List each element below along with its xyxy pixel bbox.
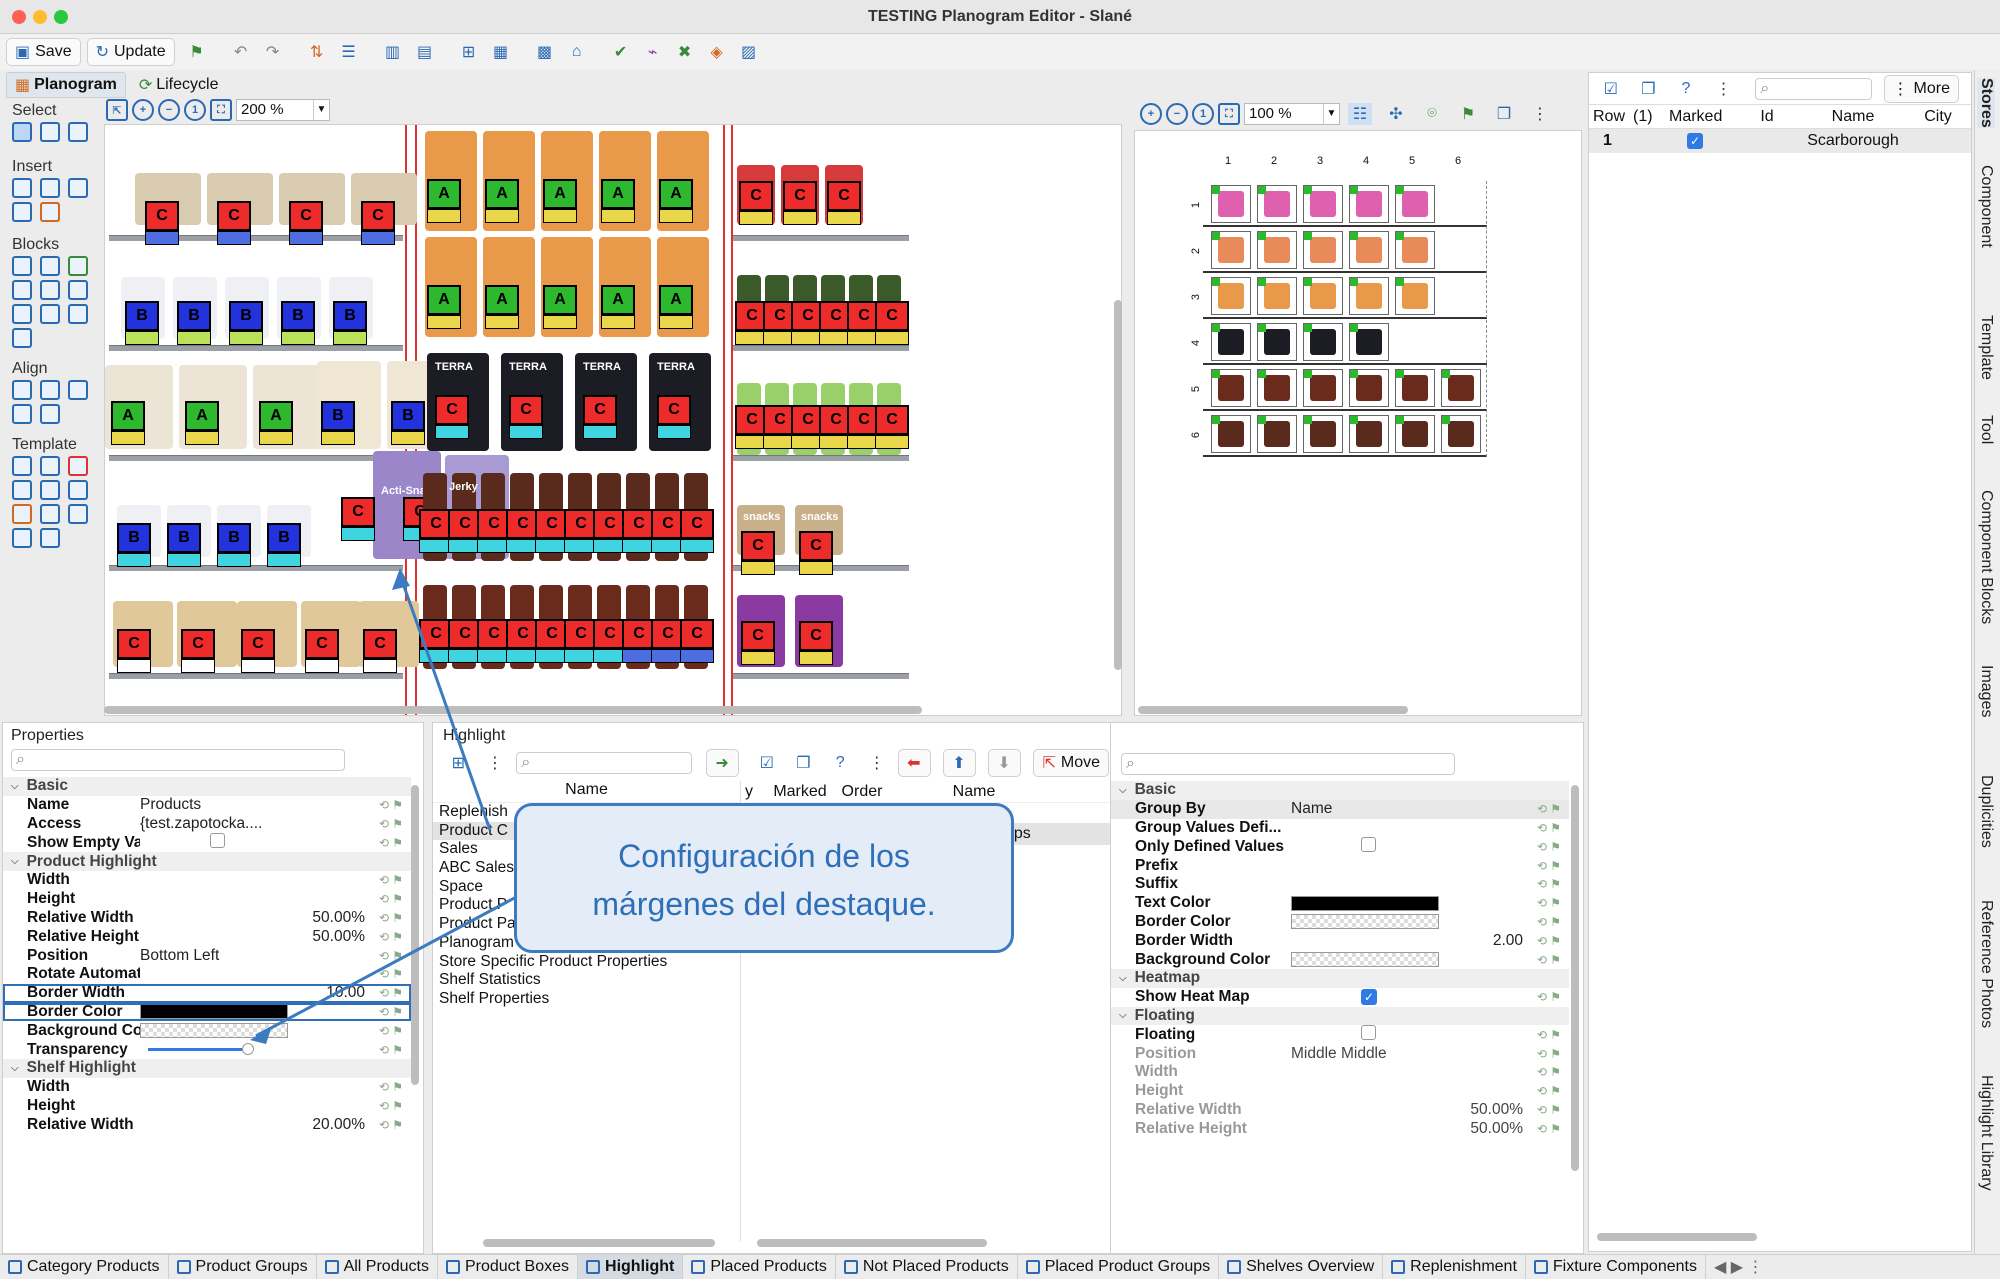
bottom-tab[interactable]: Category Products (0, 1254, 169, 1279)
bottom-tab[interactable]: Product Groups (169, 1254, 317, 1279)
tab-icon (1227, 1259, 1242, 1274)
bottom-tab[interactable]: Fixture Components (1526, 1254, 1706, 1279)
bottom-tab-label: Not Placed Products (862, 1257, 1009, 1275)
bottom-tab-label: Product Boxes (464, 1257, 570, 1275)
bottom-tabs: Category Products Product Groups All Produ… (0, 1254, 2000, 1279)
callout-arrows (250, 568, 521, 1044)
tab-icon (8, 1259, 22, 1274)
arrow-head-icon (250, 1026, 272, 1044)
callout-line-1: Configuración de los (618, 838, 910, 874)
tab-icon (843, 1259, 858, 1274)
bottom-tab[interactable]: Not Placed Products (836, 1254, 1018, 1279)
bottom-tab-label: Shelves Overview (1246, 1257, 1375, 1275)
bottom-tab[interactable]: Highlight (578, 1254, 684, 1279)
tab-icon (586, 1259, 601, 1274)
bottom-tab[interactable]: Replenishment (1383, 1254, 1526, 1279)
bottom-tab-label: Replenishment (1410, 1257, 1517, 1275)
tab-icon (324, 1259, 339, 1274)
bottom-tab[interactable]: Product Boxes (438, 1254, 579, 1279)
tab-icon (691, 1259, 706, 1274)
tab-icon (1533, 1259, 1548, 1274)
callout-arrow-to-planogram (398, 574, 492, 831)
bottom-tab[interactable]: Shelves Overview (1219, 1254, 1384, 1279)
bottom-tab[interactable]: Placed Product Groups (1018, 1254, 1220, 1279)
callout-line-2: márgenes del destaque. (592, 886, 936, 922)
tab-icon (1391, 1259, 1406, 1274)
tab-scroll-arrows[interactable]: ◀ ▶ ⋮ (1714, 1257, 1764, 1277)
bottom-tab-label: Fixture Components (1552, 1257, 1697, 1275)
bottom-tab[interactable]: All Products (317, 1254, 438, 1279)
bottom-tab-label: Placed Product Groups (1044, 1257, 1211, 1275)
tab-icon (445, 1259, 460, 1274)
annotation-callout: Configuración de los márgenes del destaq… (514, 803, 1014, 953)
bottom-tab[interactable]: Placed Products (683, 1254, 836, 1279)
bottom-tab-label: Category Products (27, 1257, 160, 1275)
bottom-tab-label: Product Groups (195, 1257, 308, 1275)
bottom-tab-label: Highlight (605, 1257, 675, 1275)
tab-icon (1025, 1259, 1040, 1274)
callout-arrow-to-properties (255, 893, 521, 1038)
bottom-tab-label: Placed Products (710, 1257, 827, 1275)
tab-icon (176, 1259, 191, 1274)
bottom-tab-label: All Products (343, 1257, 429, 1275)
arrow-head-icon (392, 568, 410, 590)
